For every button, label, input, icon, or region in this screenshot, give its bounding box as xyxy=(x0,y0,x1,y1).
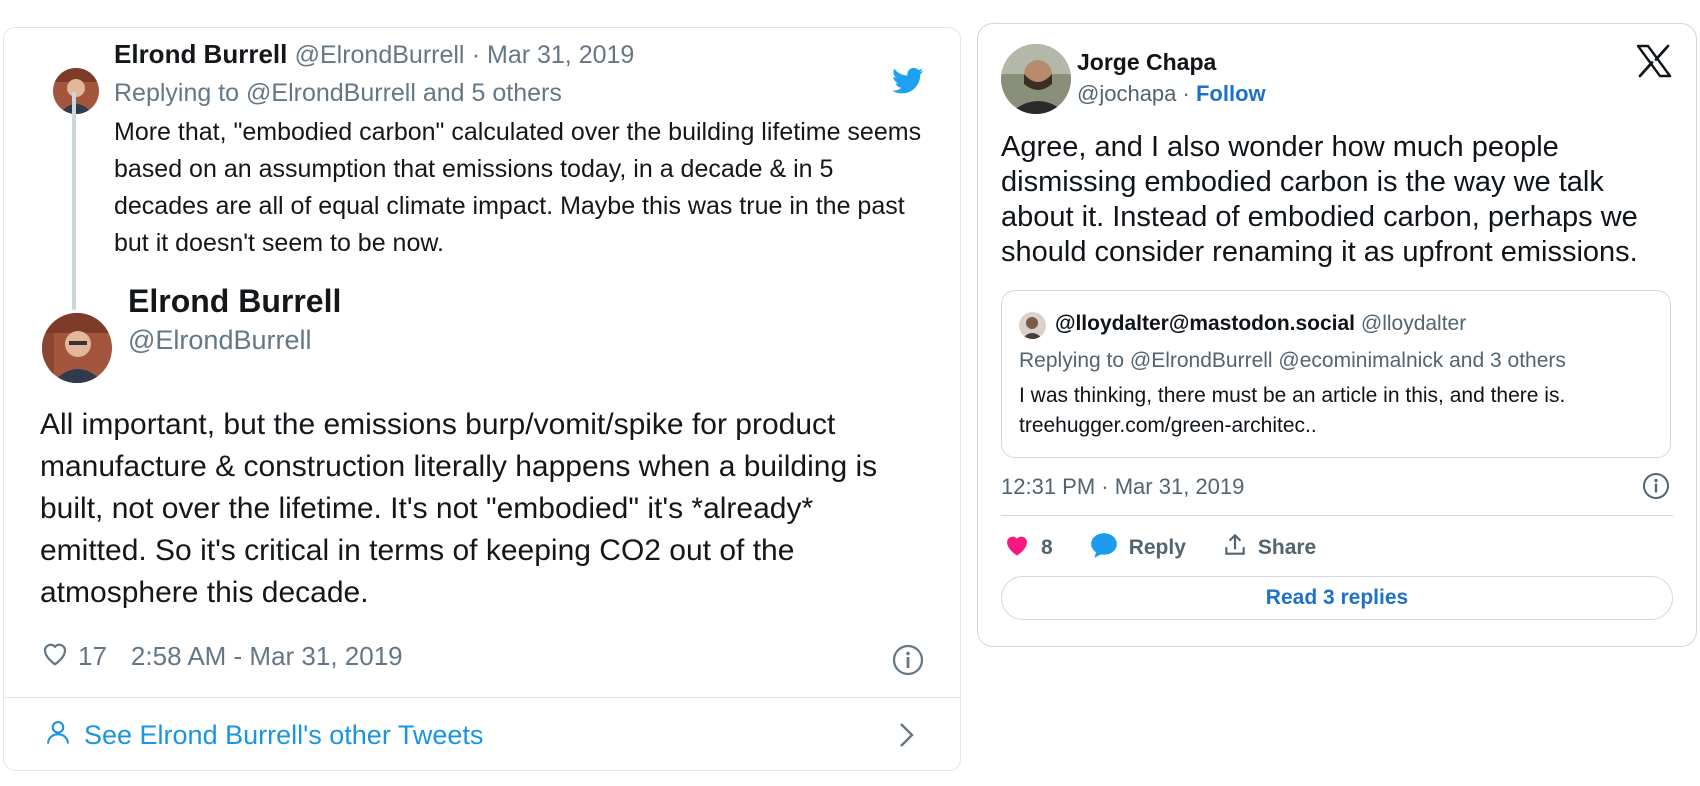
main-tweet-text: All important, but the emissions burp/vo… xyxy=(40,408,878,609)
quote-replying-to: Replying to @ElrondBurrell @ecominimalni… xyxy=(1019,349,1566,372)
reply-action[interactable]: Reply xyxy=(1089,531,1186,565)
follow-button[interactable]: Follow xyxy=(1196,81,1266,106)
jorge-tweet-text: Agree, and I also wonder how much people… xyxy=(1001,131,1638,268)
heart-filled-icon xyxy=(1003,531,1031,565)
main-author-handle[interactable]: @ElrondBurrell xyxy=(128,325,311,356)
reply-author-name[interactable]: Elrond Burrell xyxy=(114,39,287,69)
quote-link: treehugger.com/green-architec.. xyxy=(1019,414,1317,437)
like-action[interactable]: 8 xyxy=(1003,531,1053,565)
reply-author-avatar[interactable] xyxy=(53,68,99,114)
read-replies-button[interactable]: Read 3 replies xyxy=(1001,576,1673,620)
info-icon[interactable] xyxy=(892,644,924,676)
see-other-tweets-label[interactable]: See Elrond Burrell's other Tweets xyxy=(84,720,483,751)
share-icon xyxy=(1222,532,1248,564)
reply-date[interactable]: · Mar 31, 2019 xyxy=(472,41,635,69)
jorge-avatar[interactable] xyxy=(1001,44,1071,114)
quote-author-line: @lloydalter@mastodon.social @lloydalter xyxy=(1055,312,1466,336)
like-count: 8 xyxy=(1041,536,1053,559)
twitter-bird-icon[interactable] xyxy=(892,67,924,95)
quote-text: I was thinking, there must be an article… xyxy=(1019,384,1566,407)
reply-author-line: Elrond Burrell @ElrondBurrell · Mar 31, … xyxy=(114,39,634,70)
like-count[interactable]: 17 xyxy=(78,641,107,672)
share-action[interactable]: Share xyxy=(1222,532,1316,564)
quote-author-name: @lloydalter@mastodon.social xyxy=(1055,312,1356,335)
main-author-name[interactable]: Elrond Burrell xyxy=(128,283,341,320)
chevron-right-icon[interactable] xyxy=(896,720,918,750)
info-circle-icon[interactable] xyxy=(1642,472,1670,500)
main-timestamp[interactable]: 2:58 AM - Mar 31, 2019 xyxy=(131,641,403,672)
x-logo-icon[interactable] xyxy=(1636,44,1672,78)
main-tweet-meta: 17 2:58 AM - Mar 31, 2019 xyxy=(40,638,403,675)
handle-separator: · xyxy=(1182,81,1190,106)
quote-author-avatar xyxy=(1019,312,1046,339)
person-icon xyxy=(44,718,72,753)
jorge-timestamp[interactable]: 12:31 PM · Mar 31, 2019 xyxy=(1001,474,1244,500)
reply-author-handle[interactable]: @ElrondBurrell xyxy=(295,41,465,69)
main-author-avatar[interactable] xyxy=(42,313,112,383)
card2-divider xyxy=(1001,515,1673,516)
card1-footer-divider xyxy=(3,697,961,698)
quote-author-handle: @lloydalter xyxy=(1360,312,1467,335)
jorge-handle-line: @jochapa · Follow xyxy=(1077,81,1266,107)
see-other-tweets-link[interactable]: See Elrond Burrell's other Tweets xyxy=(44,718,483,753)
action-bar: 8 Reply Share xyxy=(1003,531,1352,565)
reply-label: Reply xyxy=(1128,536,1186,559)
jorge-author-name[interactable]: Jorge Chapa xyxy=(1077,49,1216,76)
reply-tweet-text: More that, "embodied carbon" calculated … xyxy=(114,118,922,257)
share-label: Share xyxy=(1257,536,1317,559)
reply-replying-to[interactable]: Replying to @ElrondBurrell and 5 others xyxy=(114,79,562,108)
jorge-author-handle[interactable]: @jochapa xyxy=(1077,81,1176,106)
heart-outline-icon[interactable] xyxy=(40,638,70,675)
speech-bubble-icon xyxy=(1089,531,1119,565)
thread-connector-line xyxy=(72,92,76,310)
